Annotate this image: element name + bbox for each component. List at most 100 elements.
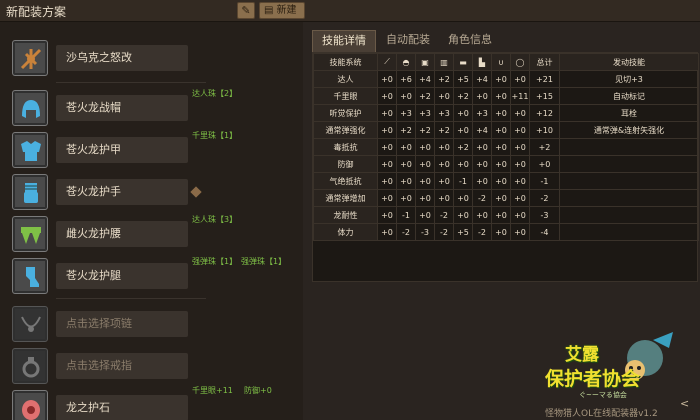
skill-point-cell: +0 (472, 87, 492, 105)
skill-point-cell: +0 (510, 189, 530, 207)
skill-point-cell: +0 (453, 104, 473, 122)
equipment-slot[interactable] (12, 132, 48, 168)
equipment-slot[interactable] (12, 258, 48, 294)
skill-point-cell: +0 (510, 172, 530, 190)
watermark-line2: 保护者协会 (545, 368, 641, 390)
edit-button[interactable]: ✎ (237, 2, 255, 19)
skill-point-cell: +0 (415, 138, 435, 156)
skill-point-cell: +0 (491, 70, 511, 88)
active-skill: 耳栓 (559, 104, 699, 122)
waist-column-icon: ▬ (453, 53, 473, 71)
skill-total: +12 (529, 104, 560, 122)
skill-point-cell: +0 (396, 189, 416, 207)
skill-point-cell: +2 (453, 138, 473, 156)
skill-total: +2 (529, 138, 560, 156)
skill-point-cell: +0 (377, 87, 397, 105)
equipment-row: 苍火龙战帽 达人珠【2】 (0, 88, 303, 128)
skill-point-cell: +0 (491, 104, 511, 122)
skill-point-cell: +0 (491, 189, 511, 207)
skill-point-cell: +0 (510, 104, 530, 122)
table-row: 听觉保护 +0 +3 +3 +3 +0 +3 +0 +0 +12 耳栓 (313, 104, 699, 122)
skill-point-cell: +0 (510, 70, 530, 88)
waist-armor-icon (21, 227, 41, 244)
skill-total: +10 (529, 121, 560, 139)
equipment-slot[interactable] (12, 390, 48, 420)
plan-title: 新配装方案 (6, 5, 67, 19)
skill-point-cell: +0 (510, 155, 530, 173)
equipment-name[interactable]: 沙乌克之怒改 (56, 45, 188, 71)
table-row: 千里眼 +0 +0 +2 +0 +2 +0 +0 +11 +15 自动标记 (313, 87, 699, 105)
skill-point-cell: +0 (453, 155, 473, 173)
watermark-small: ぐ~ーマる協会 (579, 391, 627, 399)
skill-point-cell: +0 (415, 189, 435, 207)
skill-point-cell: +6 (396, 70, 416, 88)
pencil-icon: ✎ (241, 4, 251, 17)
necklace-icon (21, 316, 41, 332)
skill-point-cell: +0 (434, 138, 454, 156)
tab-skill-details[interactable]: 技能详情 (312, 30, 376, 52)
skill-point-cell: +0 (510, 138, 530, 156)
file-icon: ▤ (264, 5, 274, 16)
skill-total: -4 (529, 223, 560, 241)
skill-point-cell: +5 (453, 70, 473, 88)
skill-point-cell: +4 (472, 121, 492, 139)
equipment-row: 苍火龙护腿 强弹珠【1】 强弹珠【1】 (0, 256, 303, 296)
skill-name: 毒抵抗 (313, 138, 378, 156)
skill-point-cell: -2 (396, 223, 416, 241)
equipment-name[interactable]: 苍火龙护甲 (56, 137, 188, 163)
table-row: 达人 +0 +6 +4 +2 +5 +4 +0 +0 +21 见切+3 (313, 70, 699, 88)
table-row: 通常弹强化 +0 +2 +2 +2 +0 +4 +0 +0 +10 通常弹&连射矢强化 (313, 121, 699, 139)
leg-armor-icon (26, 267, 39, 287)
skill-point-cell: +0 (491, 172, 511, 190)
skill-point-cell: +0 (434, 172, 454, 190)
watermark-line1: 艾露 (565, 345, 599, 365)
chest-column-icon: ▣ (415, 53, 435, 71)
decoration-label: 强弹珠【1】 (192, 257, 238, 266)
equipment-slot[interactable] (12, 40, 48, 76)
site-watermark: 艾露 保护者协会 ぐ~ーマる協会 怪物猎人OL在线配装器v1.2 (545, 330, 695, 420)
equipment-name[interactable]: 雌火龙护腰 (56, 221, 188, 247)
skill-point-cell: +0 (415, 155, 435, 173)
legs-column-icon: ▙ (472, 53, 492, 71)
equipment-row: 沙乌克之怒改 (0, 38, 303, 78)
skill-name: 达人 (313, 70, 378, 88)
skill-point-cell: +4 (415, 70, 435, 88)
active-skill (559, 172, 699, 190)
equipment-slot[interactable] (12, 90, 48, 126)
skill-name: 气绝抵抗 (313, 172, 378, 190)
equipment-slot[interactable] (12, 306, 48, 342)
equipment-name[interactable]: 苍火龙战帽 (56, 95, 188, 121)
skill-point-cell: +0 (472, 138, 492, 156)
table-row: 体力 +0 -2 -3 -2 +5 -2 +0 +0 -4 (313, 223, 699, 241)
equipment-row: 苍火龙护手 (0, 172, 303, 212)
skill-point-cell: +0 (472, 206, 492, 224)
skill-name: 龙耐性 (313, 206, 378, 224)
tab-character-info[interactable]: 角色信息 (440, 30, 500, 52)
weapon-icon (20, 48, 42, 70)
equipment-slot[interactable] (12, 174, 48, 210)
equipment-name[interactable]: 点击选择项链 (56, 311, 188, 337)
skill-point-cell: +3 (415, 104, 435, 122)
equipment-slot[interactable] (12, 216, 48, 252)
equipment-name[interactable]: 点击选择戒指 (56, 353, 188, 379)
skill-point-cell: +2 (396, 121, 416, 139)
skill-point-cell: +0 (396, 87, 416, 105)
equipment-name[interactable]: 苍火龙护手 (56, 179, 188, 205)
equipment-name[interactable]: 苍火龙护腿 (56, 263, 188, 289)
new-button[interactable]: ▤ 新建 (259, 2, 305, 19)
skill-point-cell: -1 (396, 206, 416, 224)
gauntlet-icon (24, 183, 38, 203)
divider (56, 82, 206, 83)
decoration-label: 防御+0 (244, 386, 272, 395)
equipment-name[interactable]: 龙之护石 (56, 395, 188, 420)
equipment-row: 苍火龙护甲 千里珠【1】 (0, 130, 303, 170)
skill-point-cell: +0 (434, 87, 454, 105)
skill-point-cell: +2 (415, 87, 435, 105)
equipment-slot[interactable] (12, 348, 48, 384)
tab-auto-build[interactable]: 自动配装 (378, 30, 438, 52)
header-active-skill: 发动技能 (559, 53, 699, 71)
skill-point-cell: -2 (472, 189, 492, 207)
decoration-label: 达人珠【3】 (192, 215, 238, 224)
share-icon[interactable]: < (680, 397, 689, 410)
skill-table-container: 技能系统 ⟋ ◓ ▣ ▥ ▬ ▙ ∪ ◯ 总计 发动技能 达人 +0 +6 +4 +2 +5 +4 +0 +0 +2… (312, 52, 699, 282)
